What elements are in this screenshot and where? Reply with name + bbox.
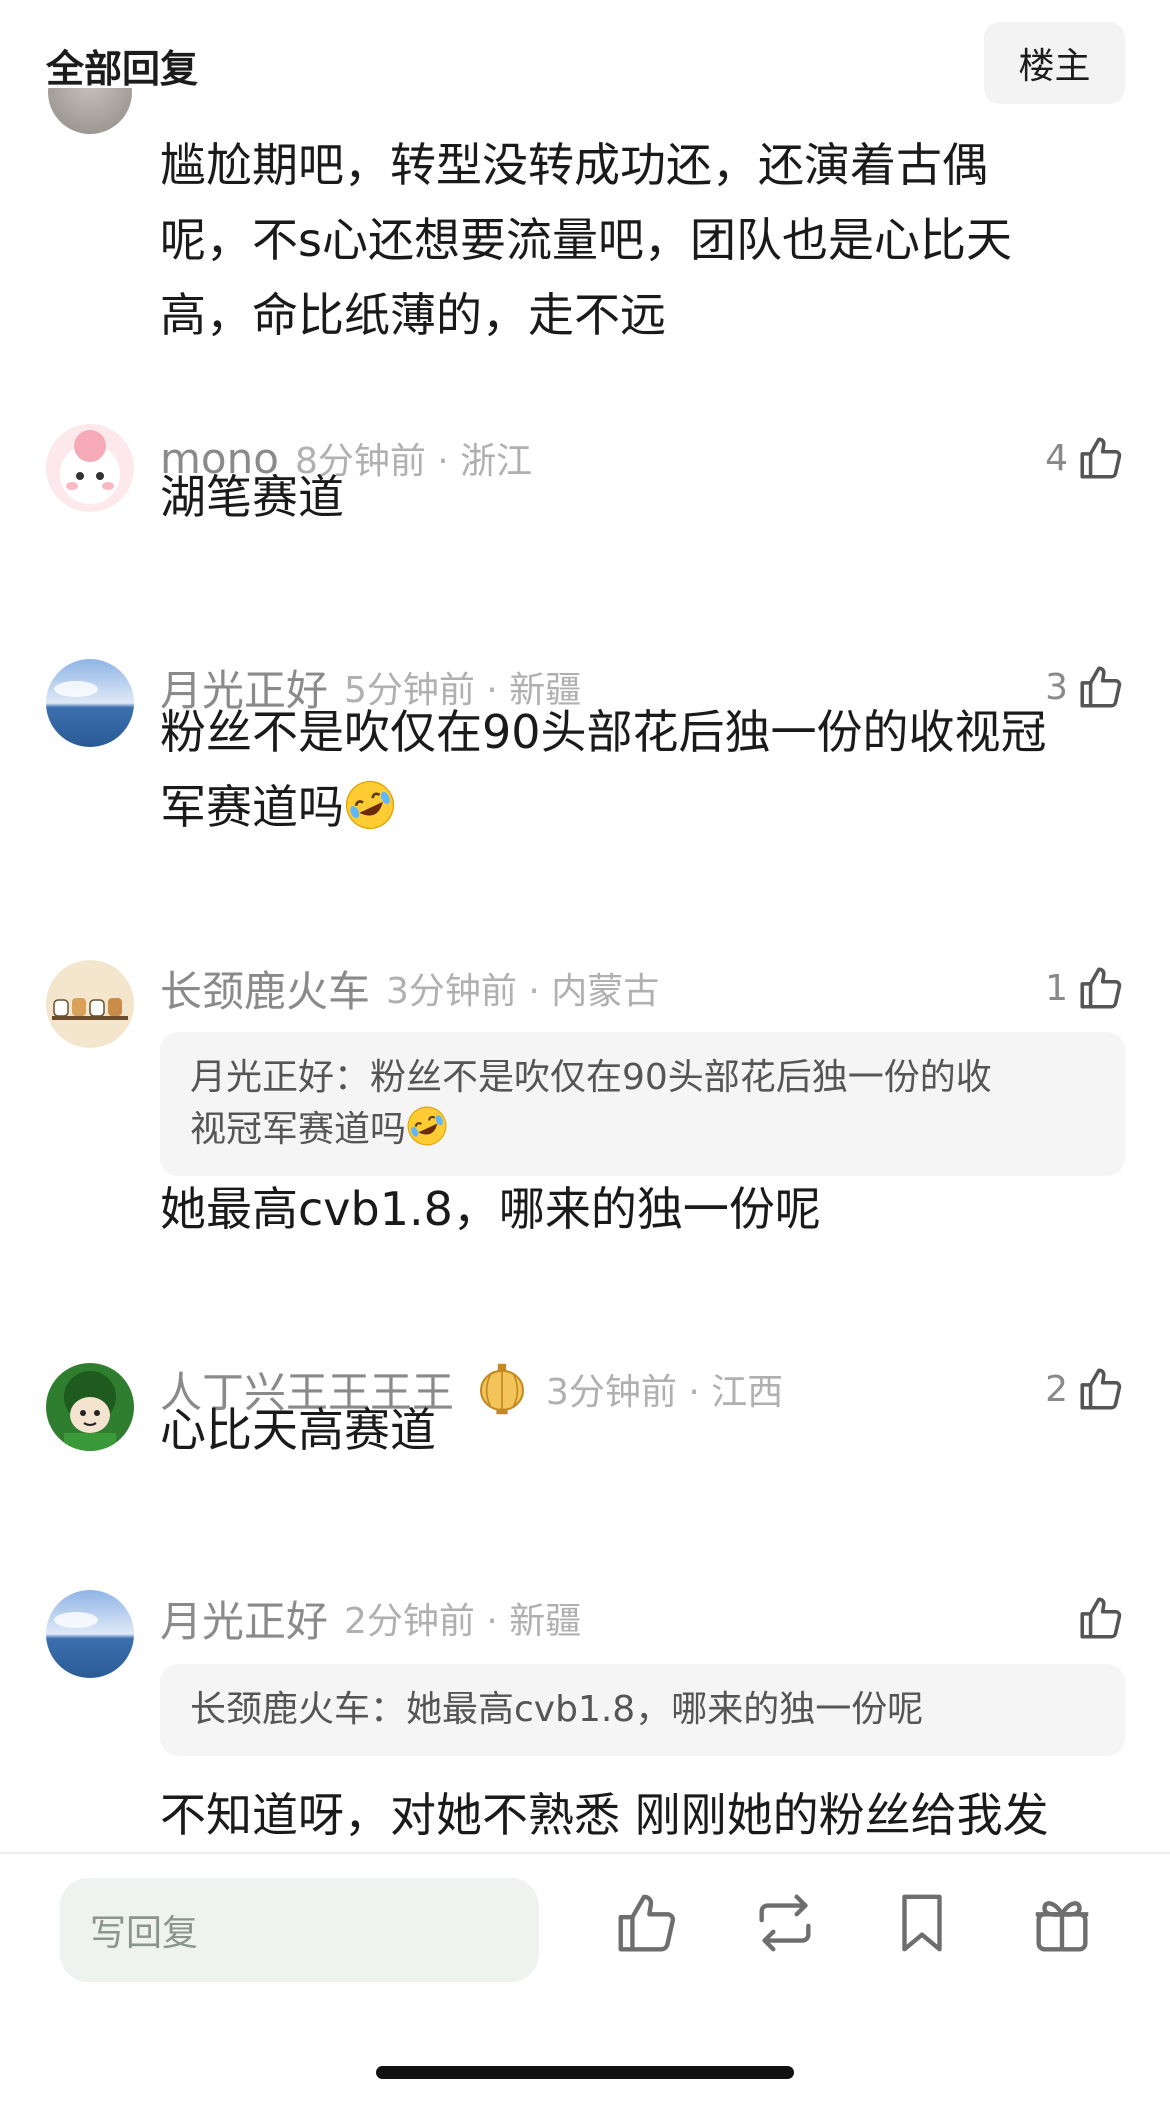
username[interactable]: 月光正好 xyxy=(160,1588,328,1649)
bookmark-icon[interactable] xyxy=(887,1888,957,1958)
rofl-emoji-icon xyxy=(345,780,395,830)
timestamp-location: 3分钟前 · 内蒙古 xyxy=(386,971,660,1012)
repost-icon[interactable] xyxy=(750,1888,820,1958)
rofl-emoji-icon xyxy=(407,1106,447,1146)
gift-icon[interactable] xyxy=(1027,1888,1097,1958)
thumbs-up-icon[interactable] xyxy=(612,1888,682,1958)
quote-line: 长颈鹿火车：她最高cvb1.8，哪来的独一份呢 xyxy=(190,1689,924,1730)
avatar[interactable] xyxy=(48,88,132,150)
like-count: 1 xyxy=(1045,967,1068,1009)
comment-body: 心比天高赛道 xyxy=(160,1403,436,1457)
comment-body: 湖笔赛道 xyxy=(160,470,344,524)
comment-body: 尴尬期吧，转型没转成功还，还演着古偶 呢，不s心还想要流量吧，团队也是心比天 高… xyxy=(160,128,1100,353)
quoted-reply[interactable]: 长颈鹿火车：她最高cvb1.8，哪来的独一份呢 xyxy=(160,1664,1125,1756)
avatar[interactable] xyxy=(46,659,134,747)
comment-line: 尴尬期吧，转型没转成功还，还演着古偶 xyxy=(160,138,988,192)
quote-line: 视冠军赛道吗 xyxy=(190,1104,1095,1156)
page-title: 全部回复 xyxy=(46,47,199,91)
thumbs-up-icon xyxy=(1080,1597,1122,1639)
quote-line: 月光正好：粉丝不是吹仅在90头部花后独一份的收 xyxy=(190,1057,992,1098)
comment-body: 她最高cvb1.8，哪来的独一份呢 xyxy=(160,1182,821,1236)
like-button[interactable]: 1 xyxy=(1045,958,1126,1018)
quote-text: 视冠军赛道吗 xyxy=(190,1109,407,1150)
avatar[interactable] xyxy=(46,424,134,512)
comment-meta: 月光正好 2分钟前 · 新疆 xyxy=(160,1588,581,1648)
comment-body: 不知道呀，对她不熟悉 刚刚她的粉丝给我发 xyxy=(160,1788,1049,1842)
header: 全部回复 楼主 xyxy=(0,0,1170,120)
comment-line: 呢，不s心还想要流量吧，团队也是心比天 xyxy=(160,213,1012,267)
like-button[interactable] xyxy=(1068,1588,1126,1648)
username[interactable]: 长颈鹿火车 xyxy=(160,958,370,1019)
comment-text: 军赛道吗 xyxy=(160,780,344,834)
bottom-bar: 写回复 xyxy=(0,1852,1170,2103)
avatar[interactable] xyxy=(46,960,134,1048)
timestamp-location: 2分钟前 · 新疆 xyxy=(344,1601,582,1642)
thumbs-up-icon xyxy=(1080,967,1122,1009)
comment-line: 高，命比纸薄的，走不远 xyxy=(160,288,666,342)
op-filter-button[interactable]: 楼主 xyxy=(984,22,1125,104)
comment-meta: 长颈鹿火车 3分钟前 · 内蒙古 xyxy=(160,958,659,1018)
comment-body: 粉丝不是吹仅在90头部花后独一份的收视冠 军赛道吗 xyxy=(160,695,1120,845)
home-indicator[interactable] xyxy=(376,2066,794,2079)
quoted-reply[interactable]: 月光正好：粉丝不是吹仅在90头部花后独一份的收 视冠军赛道吗 xyxy=(160,1032,1125,1176)
avatar[interactable] xyxy=(46,1363,134,1451)
comment-line: 粉丝不是吹仅在90头部花后独一份的收视冠 xyxy=(160,705,1047,759)
avatar[interactable] xyxy=(46,1590,134,1678)
reply-input[interactable]: 写回复 xyxy=(60,1878,539,1982)
comment-line: 军赛道吗 xyxy=(160,770,1120,845)
